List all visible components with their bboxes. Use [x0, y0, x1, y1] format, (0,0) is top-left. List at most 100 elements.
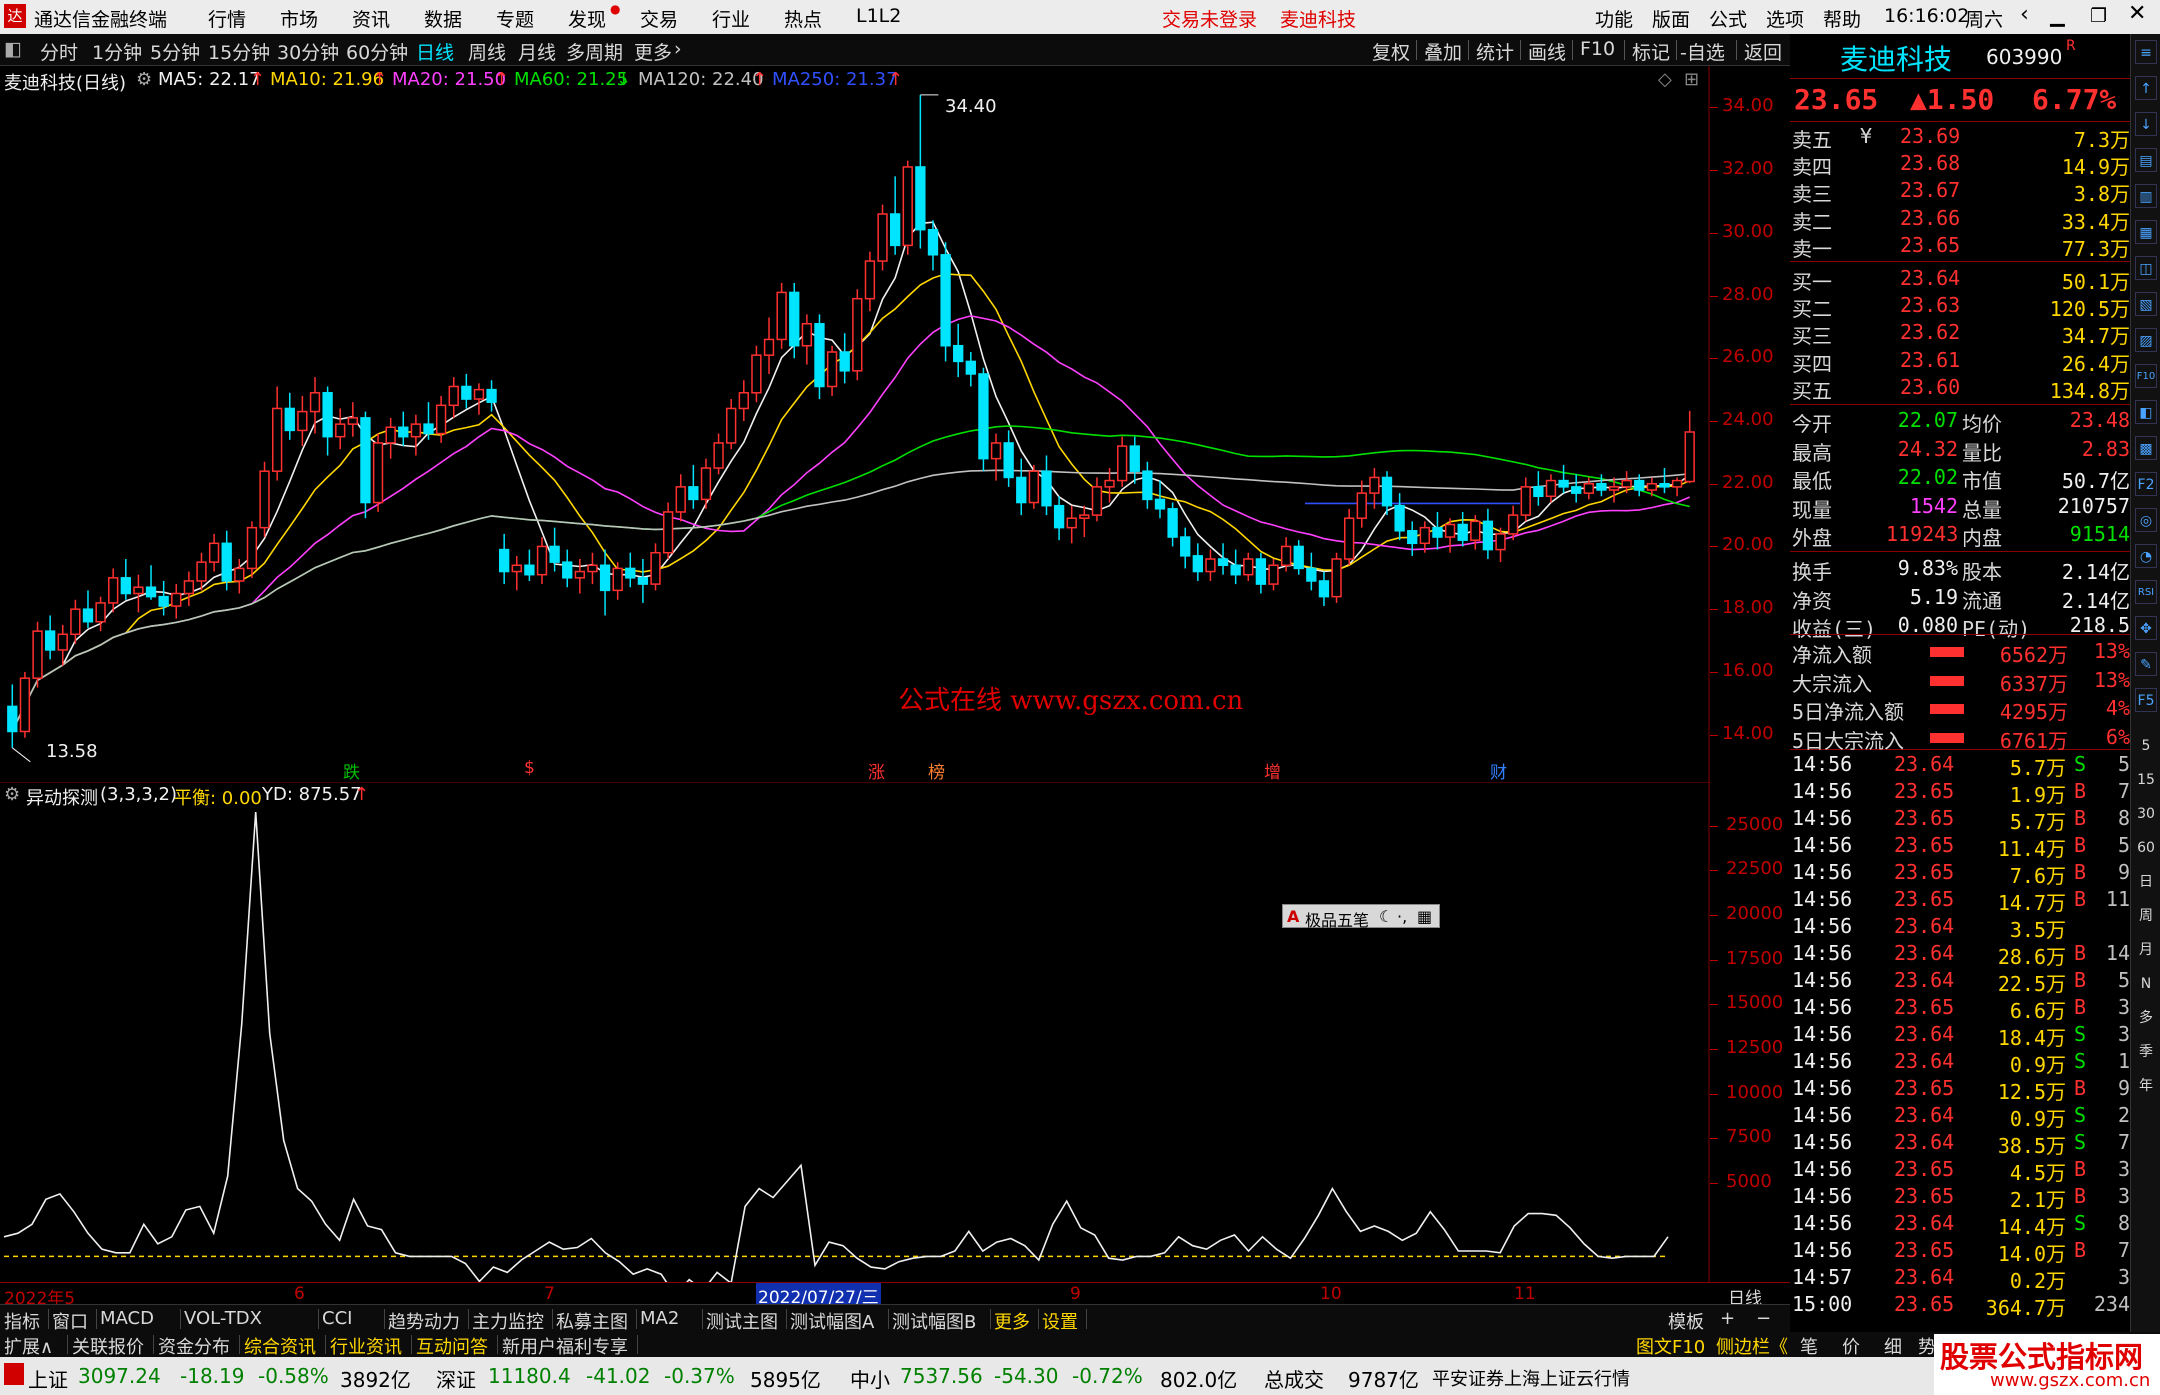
menu-banmian[interactable]: 版面 [1652, 5, 1690, 32]
indicator-tab-0[interactable]: 指标 [4, 1308, 40, 1334]
tool-icon[interactable]: ✎ [2135, 652, 2157, 676]
bid-row[interactable]: 买二 23.63 120.5万 [1790, 293, 2130, 321]
event-tag[interactable]: 财 [1490, 758, 1507, 783]
tool-icon[interactable]: ▦ [2135, 220, 2157, 244]
ime-keyboard-icon[interactable]: ▦ [1417, 907, 1432, 926]
period-1min[interactable]: 1分钟 [92, 38, 142, 65]
menu-l1l2[interactable]: L1L2 [856, 5, 901, 27]
tool-icon[interactable]: ↑ [2135, 76, 2157, 100]
indicator-tab-3[interactable]: VOL-TDX [184, 1308, 262, 1329]
indicator-tab-1[interactable]: 窗口 [52, 1308, 88, 1334]
login-status[interactable]: 交易未登录 [1162, 5, 1257, 32]
menu-zixun[interactable]: 资讯 [352, 5, 390, 32]
info-tab-1[interactable]: 关联报价 [72, 1333, 144, 1359]
period-more[interactable]: 更多 [634, 38, 672, 65]
period-daily[interactable]: 日线 [416, 38, 454, 65]
candlestick-chart[interactable] [0, 66, 1710, 782]
ime-punct-icon[interactable]: ·, [1397, 907, 1407, 926]
bid-row[interactable]: 买一 23.64 50.1万 [1790, 266, 2130, 294]
minus-icon[interactable]: − [1756, 1308, 1771, 1329]
tool-icon[interactable]: ≡ [2135, 40, 2157, 64]
expand-icon[interactable]: ⊞ [1684, 69, 1699, 90]
diamond-icon[interactable]: ◇ [1658, 69, 1672, 90]
close-icon[interactable]: ✕ [2128, 1, 2146, 26]
tool-icon[interactable]: ◫ [2135, 256, 2157, 280]
indicator-settings-icon[interactable]: ⚙ [4, 784, 20, 805]
index-name[interactable]: 中小 [850, 1364, 890, 1393]
tool-period[interactable]: 5 [2135, 734, 2157, 758]
period-fenshi[interactable]: 分时 [40, 38, 78, 65]
bid-row[interactable]: 买三 23.62 34.7万 [1790, 320, 2130, 348]
menu-redian[interactable]: 热点 [784, 5, 822, 32]
tool-icon[interactable]: ◎ [2135, 508, 2157, 532]
tool-f10[interactable]: F10 [1580, 38, 1615, 60]
ask-row[interactable]: 卖一 23.65 77.3万 [1790, 233, 2130, 261]
ask-row[interactable]: 卖三 23.67 3.8万 [1790, 178, 2130, 206]
tool-icon[interactable]: F10 [2135, 364, 2157, 388]
indicator-tab-8[interactable]: MA2 [640, 1308, 679, 1329]
side-tab-4[interactable]: 细 [1884, 1333, 1902, 1359]
event-tag[interactable]: 跌 [343, 758, 360, 783]
tool-period[interactable]: 年 [2135, 1074, 2157, 1098]
info-tab-6[interactable]: 新用户福利专享 [502, 1333, 628, 1359]
back-icon[interactable]: ‹ [2020, 2, 2029, 27]
info-tab-0[interactable]: 扩展∧ [4, 1333, 53, 1359]
menu-jiaoyi[interactable]: 交易 [640, 5, 678, 32]
menu-gongshi[interactable]: 公式 [1709, 5, 1747, 32]
tool-icon[interactable]: F2 [2135, 472, 2157, 496]
info-tab-4[interactable]: 行业资讯 [330, 1333, 402, 1359]
menu-xuanxiang[interactable]: 选项 [1766, 5, 1804, 32]
tool-period[interactable]: N [2135, 972, 2157, 996]
event-tag[interactable]: $ [524, 758, 535, 778]
ask-row[interactable]: 卖二 23.66 33.4万 [1790, 206, 2130, 234]
tick-list[interactable]: 14:56 23.64 5.7万 S 5 14:56 23.65 1.9万 B 7 14:56 23.… [1790, 750, 2130, 1320]
side-tab-2[interactable]: 笔 [1800, 1333, 1818, 1359]
tool-icon[interactable]: ✥ [2135, 616, 2157, 640]
tool-icon[interactable]: ▩ [2135, 436, 2157, 460]
side-tab-1[interactable]: 侧边栏《 [1716, 1333, 1788, 1359]
period-monthly[interactable]: 月线 [518, 38, 556, 65]
index-name[interactable]: 深证 [436, 1364, 476, 1393]
tool-diejia[interactable]: 叠加 [1424, 38, 1462, 65]
indicator-tab-13[interactable]: 设置 [1042, 1308, 1078, 1334]
tool-icon[interactable]: ◔ [2135, 544, 2157, 568]
menu-gongneng[interactable]: 功能 [1595, 5, 1633, 32]
tool-icon[interactable]: RSI [2135, 580, 2157, 604]
period-multi[interactable]: 多周期 [566, 38, 623, 65]
period-weekly[interactable]: 周线 [468, 38, 506, 65]
menu-zhuanti[interactable]: 专题 [496, 5, 534, 32]
period-60min[interactable]: 60分钟 [346, 38, 408, 65]
bid-row[interactable]: 买四 23.61 26.4万 [1790, 348, 2130, 376]
tool-biaoji[interactable]: 标记 [1632, 38, 1670, 65]
side-tab-0[interactable]: 图文F10 [1636, 1333, 1705, 1359]
template-button[interactable]: 模板 [1668, 1308, 1704, 1334]
indicator-tab-12[interactable]: 更多 [994, 1308, 1030, 1334]
tool-period[interactable]: 月 [2135, 938, 2157, 962]
tool-icon[interactable]: ◧ [2135, 400, 2157, 424]
tool-icon[interactable]: ▧ [2135, 292, 2157, 316]
indicator-tab-10[interactable]: 测试幅图A [790, 1308, 874, 1334]
menu-faxian[interactable]: 发现 [568, 5, 606, 32]
tool-icon[interactable]: ▨ [2135, 328, 2157, 352]
ime-toolbar[interactable]: A 极品五笔 ☾ ·, ▦ [1282, 904, 1440, 930]
restore-icon[interactable]: ❐ [2090, 5, 2107, 27]
tool-fanhui[interactable]: 返回 [1744, 38, 1782, 65]
indicator-tab-5[interactable]: 趋势动力 [388, 1308, 460, 1334]
info-tab-3[interactable]: 综合资讯 [244, 1333, 316, 1359]
info-tab-5[interactable]: 互动问答 [416, 1333, 488, 1359]
event-tag[interactable]: 涨 [868, 758, 885, 783]
tool-period[interactable]: 15 [2135, 768, 2157, 792]
index-name[interactable]: 上证 [28, 1364, 68, 1393]
menu-hangqing[interactable]: 行情 [208, 5, 246, 32]
side-tab-3[interactable]: 价 [1842, 1333, 1860, 1359]
indicator-tab-6[interactable]: 主力监控 [472, 1308, 544, 1334]
period-30min[interactable]: 30分钟 [277, 38, 339, 65]
tool-period[interactable]: 多 [2135, 1006, 2157, 1030]
indicator-tab-2[interactable]: MACD [100, 1308, 154, 1329]
tool-tongji[interactable]: 统计 [1476, 38, 1514, 65]
toggle-icon[interactable]: ◧ [4, 38, 22, 60]
event-tag[interactable]: 增 [1264, 758, 1281, 783]
indicator-tab-4[interactable]: CCI [322, 1308, 352, 1329]
menu-hangye[interactable]: 行业 [712, 5, 750, 32]
tool-period[interactable]: 60 [2135, 836, 2157, 860]
